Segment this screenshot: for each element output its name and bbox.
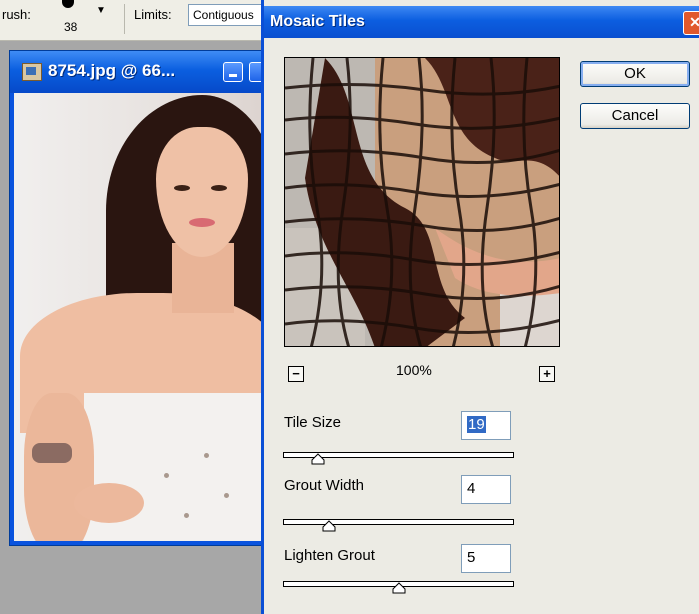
brush-dropdown-icon[interactable]: ▼ [96, 5, 106, 16]
separator [124, 4, 125, 34]
lighten-grout-field[interactable]: 5 [461, 544, 511, 573]
photo-bracelet [32, 443, 72, 463]
lighten-grout-label: Lighten Grout [284, 547, 375, 564]
photo-embroidery [184, 513, 189, 518]
brush-preview-icon[interactable] [62, 0, 74, 8]
ok-button[interactable]: OK [580, 61, 690, 87]
brush-label: rush: [2, 7, 31, 22]
zoom-in-button[interactable]: + [539, 366, 555, 382]
close-button[interactable]: ✕ [683, 11, 699, 35]
minimize-button[interactable] [223, 62, 243, 82]
photo-lips [189, 218, 215, 227]
tile-size-value: 19 [467, 416, 486, 433]
dialog-title: Mosaic Tiles [270, 13, 365, 30]
tile-size-field[interactable]: 19 [461, 411, 511, 440]
photo-hand [74, 483, 144, 523]
photo-embroidery [164, 473, 169, 478]
filter-preview[interactable] [284, 57, 560, 347]
preview-image [285, 58, 559, 346]
zoom-level: 100% [396, 362, 432, 378]
tile-size-label: Tile Size [284, 414, 341, 431]
image-file-icon [22, 63, 42, 81]
grout-width-slider[interactable] [283, 519, 514, 525]
document-title: 8754.jpg @ 66... [48, 61, 176, 80]
limits-label: Limits: [134, 7, 172, 22]
brush-size: 38 [64, 20, 78, 34]
photo-embroidery [204, 453, 209, 458]
grout-width-slider-thumb[interactable] [322, 520, 336, 532]
mosaic-tiles-dialog: Mosaic Tiles ✕ − 100% + OK Cancel Tile S… [261, 0, 699, 614]
image-canvas[interactable] [14, 93, 266, 541]
grout-width-field[interactable]: 4 [461, 475, 511, 504]
document-window: 8754.jpg @ 66... [9, 50, 271, 546]
zoom-out-button[interactable]: − [288, 366, 304, 382]
lighten-grout-slider-thumb[interactable] [392, 582, 406, 594]
cancel-button[interactable]: Cancel [580, 103, 690, 129]
photo-eye-left [174, 185, 190, 191]
document-title-bar[interactable]: 8754.jpg @ 66... [10, 51, 270, 93]
dialog-title-bar[interactable]: Mosaic Tiles ✕ [264, 6, 699, 38]
grout-width-label: Grout Width [284, 477, 365, 494]
photo-eye-right [211, 185, 227, 191]
photo-embroidery [224, 493, 229, 498]
photo-arm [24, 393, 94, 541]
tile-size-slider-thumb[interactable] [311, 453, 325, 465]
